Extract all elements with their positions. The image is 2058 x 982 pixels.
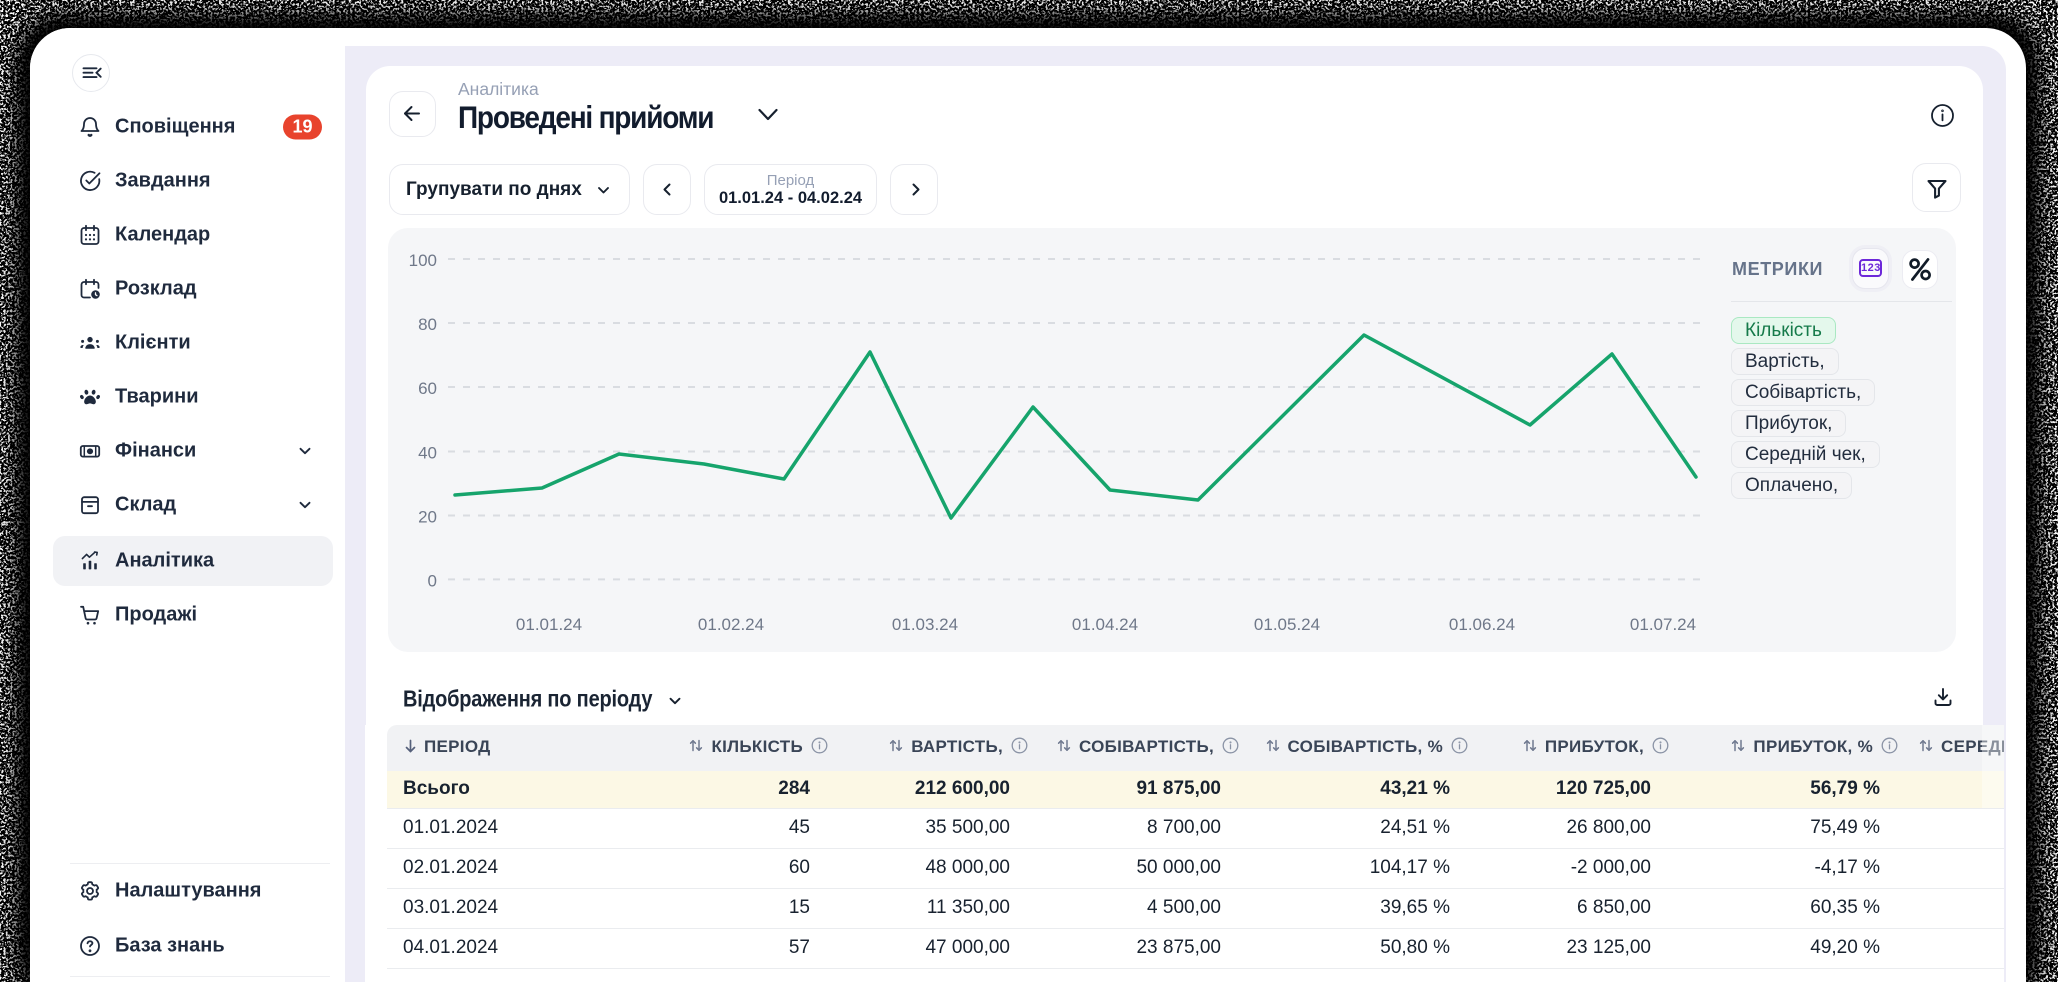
svg-text:01.04.24: 01.04.24 xyxy=(1072,615,1138,634)
svg-text:01.01.24: 01.01.24 xyxy=(516,615,582,634)
svg-text:100: 100 xyxy=(409,251,437,270)
svg-text:0: 0 xyxy=(428,571,437,590)
svg-text:40: 40 xyxy=(418,444,437,463)
svg-text:01.06.24: 01.06.24 xyxy=(1449,615,1515,634)
svg-text:01.05.24: 01.05.24 xyxy=(1254,615,1320,634)
svg-text:20: 20 xyxy=(418,508,437,527)
svg-text:01.07.24: 01.07.24 xyxy=(1630,615,1696,634)
svg-text:80: 80 xyxy=(418,315,437,334)
svg-text:01.02.24: 01.02.24 xyxy=(698,615,764,634)
svg-text:60: 60 xyxy=(418,379,437,398)
svg-text:01.03.24: 01.03.24 xyxy=(892,615,958,634)
